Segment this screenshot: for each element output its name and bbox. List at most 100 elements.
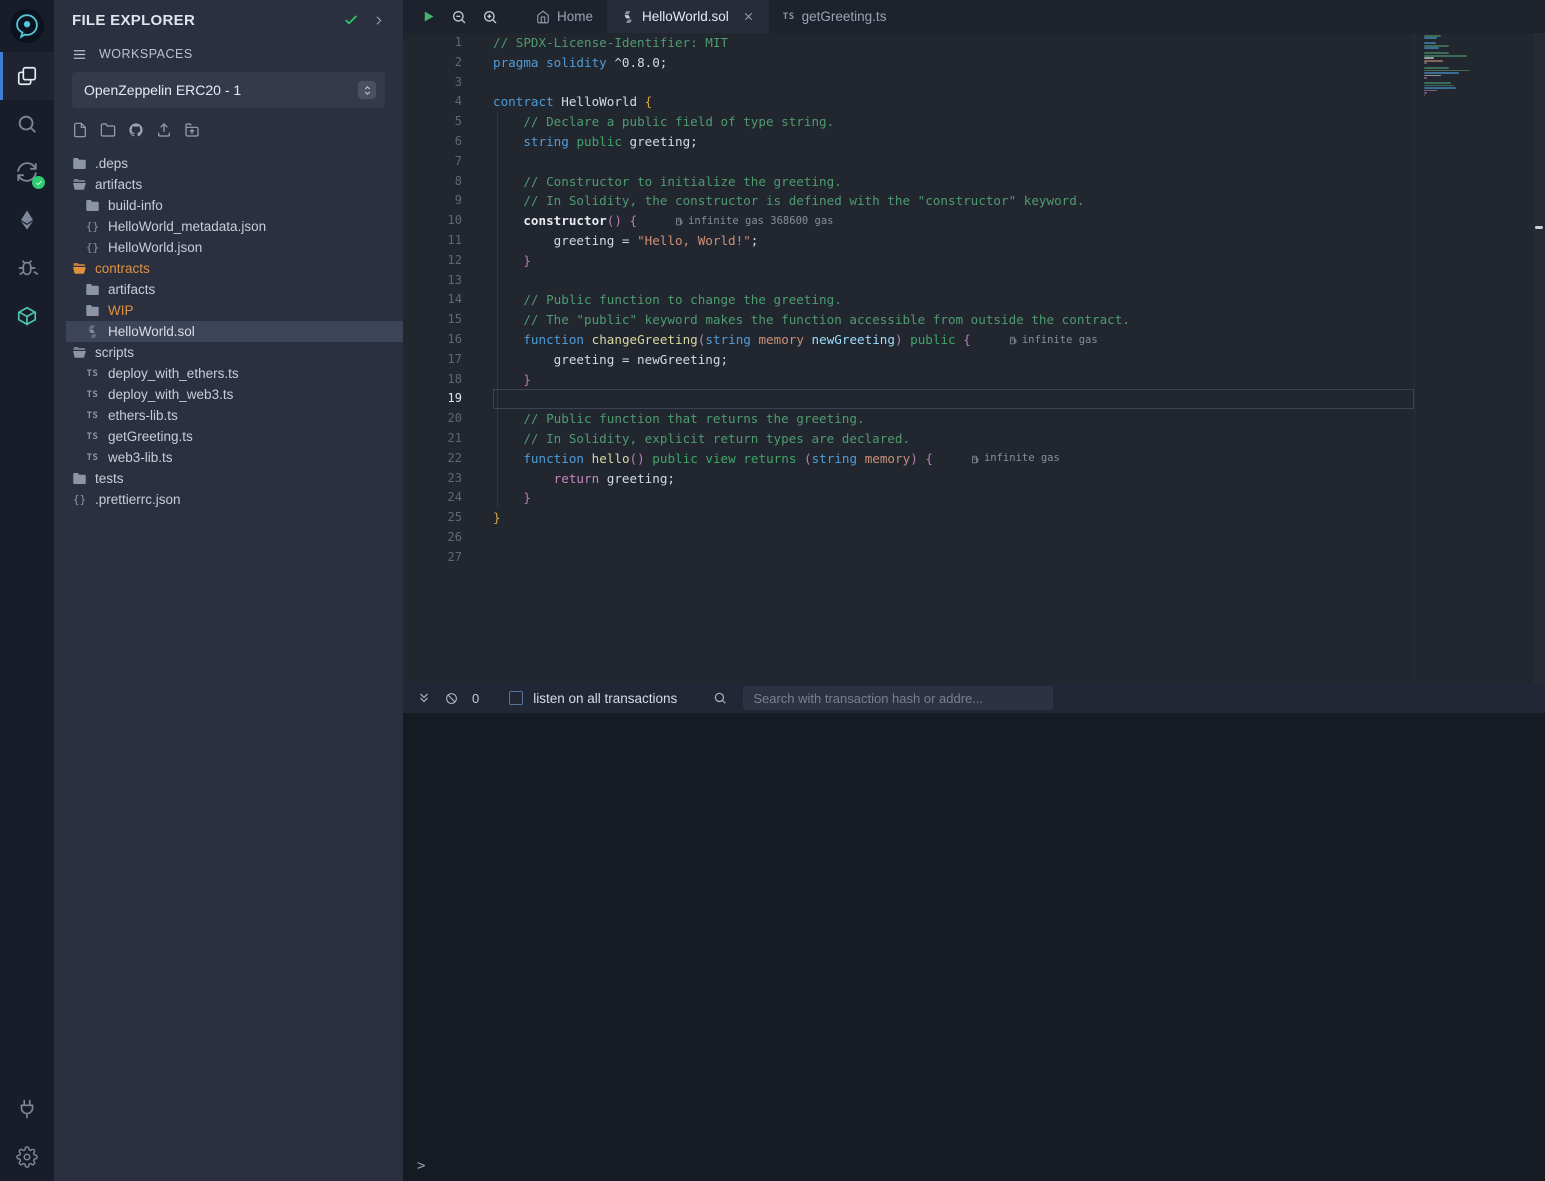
minimap-line <box>1424 57 1434 59</box>
file-label: WIP <box>108 303 134 318</box>
file-ethers-lib-ts[interactable]: TSethers-lib.ts <box>54 405 403 426</box>
explorer-toolbar <box>72 122 385 139</box>
gas-icon <box>971 455 980 464</box>
editor-tabbar: HomeHelloWorld.solTSgetGreeting.ts <box>403 0 1545 33</box>
new-file-icon[interactable] <box>72 122 88 138</box>
gas-estimate: infinite gas <box>971 449 1060 469</box>
editor-scrollbar[interactable] <box>1533 33 1545 683</box>
file-helloworld-json[interactable]: {}HelloWorld.json <box>54 237 403 258</box>
main-area: HomeHelloWorld.solTSgetGreeting.ts 1// S… <box>403 0 1545 1181</box>
minimap-line <box>1424 67 1449 69</box>
code-line: 22 function hello() public view returns … <box>403 449 1545 469</box>
new-folder-icon[interactable] <box>100 122 116 138</box>
code-line: 6 string public greeting; <box>403 132 1545 152</box>
minimap-line <box>1424 82 1451 84</box>
file-scripts[interactable]: scripts <box>54 342 403 363</box>
code-line: 18 } <box>403 370 1545 390</box>
panel-title: FILE EXPLORER <box>72 12 343 29</box>
terminal-prompt: > <box>417 1158 425 1174</box>
zoom-out-icon[interactable] <box>451 9 467 25</box>
settings-icon <box>16 1146 38 1168</box>
file-getgreeting-ts[interactable]: TSgetGreeting.ts <box>54 426 403 447</box>
line-number: 13 <box>403 271 462 291</box>
iconbar-plugin[interactable] <box>0 292 54 340</box>
check-icon <box>35 179 43 187</box>
file-label: HelloWorld.sol <box>108 324 195 339</box>
file--deps[interactable]: .deps <box>54 153 403 174</box>
file-helloworld-sol[interactable]: HelloWorld.sol <box>54 321 403 342</box>
iconbar-plugin-connector[interactable] <box>0 1085 54 1133</box>
minimap-line <box>1424 37 1437 39</box>
iconbar-remix-logo[interactable] <box>0 0 54 52</box>
minimap-line <box>1424 95 1425 97</box>
tab-home[interactable]: Home <box>522 0 607 33</box>
file-label: artifacts <box>95 177 142 192</box>
check-icon[interactable] <box>343 12 359 28</box>
file-helloworld-metadata-json[interactable]: {}HelloWorld_metadata.json <box>54 216 403 237</box>
file-deploy-with-web3-ts[interactable]: TSdeploy_with_web3.ts <box>54 384 403 405</box>
clear-console-icon[interactable] <box>445 692 458 705</box>
file-web3-lib-ts[interactable]: TSweb3-lib.ts <box>54 447 403 468</box>
upload-file-icon[interactable] <box>156 122 172 138</box>
file-contracts[interactable]: contracts <box>54 258 403 279</box>
tab-helloworld-sol[interactable]: HelloWorld.sol <box>607 0 769 33</box>
code-line: 20 // Public function that returns the g… <box>403 409 1545 429</box>
indent-guide <box>497 112 498 508</box>
line-number: 24 <box>403 488 462 508</box>
minimap[interactable] <box>1424 35 1500 102</box>
upload-folder-icon[interactable] <box>184 122 200 138</box>
iconbar-file-explorer[interactable] <box>0 52 54 100</box>
tab-getgreeting-ts[interactable]: TSgetGreeting.ts <box>769 0 901 33</box>
code-line: 19 <box>403 389 1545 409</box>
content-edge <box>1414 33 1415 683</box>
transaction-search-input[interactable] <box>743 686 1053 710</box>
line-number: 10 <box>403 211 462 231</box>
workspace-select[interactable]: OpenZeppelin ERC20 - 1 <box>72 72 385 108</box>
line-number: 1 <box>403 33 462 53</box>
scrollbar-handle[interactable] <box>1535 226 1543 229</box>
minimap-line <box>1424 75 1441 77</box>
code-line: 23 return greeting; <box>403 469 1545 489</box>
file-wip[interactable]: WIP <box>54 300 403 321</box>
zoom-in-icon[interactable] <box>482 9 498 25</box>
file-artifacts[interactable]: artifacts <box>54 279 403 300</box>
code-editor[interactable]: 1// SPDX-License-Identifier: MIT2pragma … <box>403 33 1545 683</box>
minimap-line <box>1424 40 1500 42</box>
line-number: 17 <box>403 350 462 370</box>
close-icon[interactable] <box>742 10 755 23</box>
iconbar-settings[interactable] <box>0 1133 54 1181</box>
minimap-line <box>1424 42 1436 44</box>
line-number: 4 <box>403 92 462 112</box>
workspace-name: OpenZeppelin ERC20 - 1 <box>84 82 241 98</box>
solidity-icon <box>621 10 635 24</box>
iconbar-deploy-and-run[interactable] <box>0 196 54 244</box>
iconbar-solidity-compiler[interactable] <box>0 148 54 196</box>
github-icon[interactable] <box>128 122 144 138</box>
file-label: .prettierrc.json <box>95 492 181 507</box>
line-number: 16 <box>403 330 462 350</box>
file-label: tests <box>95 471 124 486</box>
line-number: 18 <box>403 370 462 390</box>
iconbar-debugger[interactable] <box>0 244 54 292</box>
code-line: 11 greeting = "Hello, World!"; <box>403 231 1545 251</box>
run-script-button[interactable] <box>421 9 436 24</box>
file-tree: .deps artifacts build-info{}HelloWorld_met… <box>54 153 403 510</box>
code-line: 24 } <box>403 488 1545 508</box>
file-build-info[interactable]: build-info <box>54 195 403 216</box>
chevron-right-icon[interactable] <box>372 14 385 27</box>
terminal[interactable]: > <box>403 713 1545 1181</box>
workspaces-label: WORKSPACES <box>99 47 193 61</box>
iconbar-search[interactable] <box>0 100 54 148</box>
file-tests[interactable]: tests <box>54 468 403 489</box>
terminal-expand-icon[interactable] <box>417 691 431 705</box>
menu-icon[interactable] <box>72 47 87 62</box>
minimap-line <box>1424 100 1500 102</box>
file-artifacts[interactable]: artifacts <box>54 174 403 195</box>
line-number: 27 <box>403 548 462 568</box>
file--prettierrc-json[interactable]: {}.prettierrc.json <box>54 489 403 510</box>
minimap-line <box>1424 97 1500 99</box>
file-deploy-with-ethers-ts[interactable]: TSdeploy_with_ethers.ts <box>54 363 403 384</box>
listen-checkbox[interactable] <box>509 691 523 705</box>
line-number: 8 <box>403 172 462 192</box>
line-number: 21 <box>403 429 462 449</box>
